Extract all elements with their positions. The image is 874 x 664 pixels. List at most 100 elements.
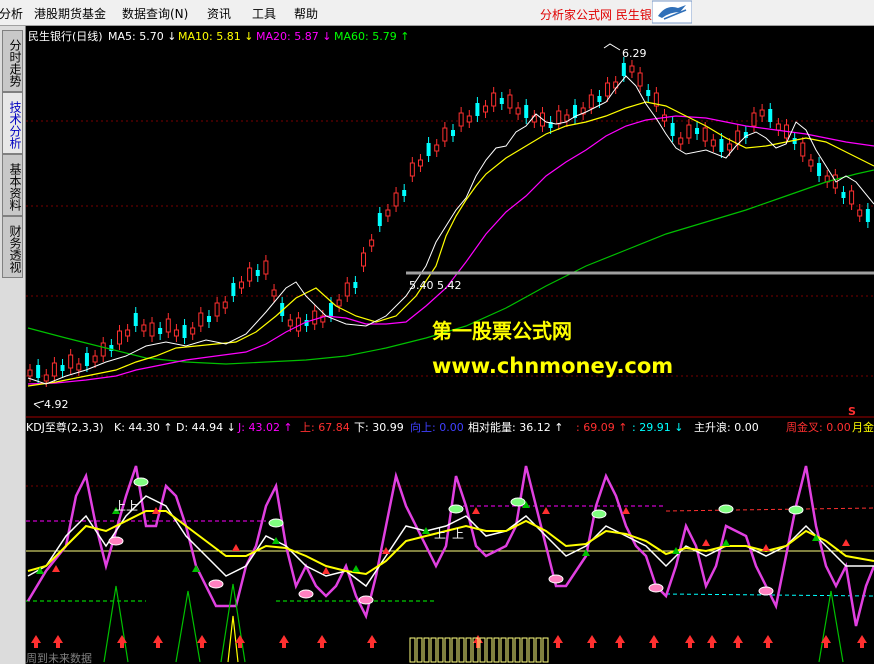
red-up-arrow [733,635,743,648]
signal-arrow [762,544,770,551]
indicator-name: KDJ至尊(2,3,3) [26,420,104,434]
candle [865,209,870,222]
red-up-arrow [587,635,597,648]
candle [735,130,741,145]
readout: 周金叉: 0.00 [786,420,851,434]
signal-oval [758,586,774,596]
candle [214,302,220,317]
menu-news[interactable]: 资讯 [207,5,231,22]
red-up-arrow [763,635,773,648]
indicator-reference-lines [26,485,874,602]
yellow-bar [409,637,416,663]
signal-markers [36,477,850,605]
red-up-arrow [317,635,327,648]
candle [637,72,643,87]
signal-oval [718,504,734,514]
low-price-label: 4.92 [44,398,69,411]
candle [100,342,106,357]
readout: J: 43.02 ↑ [237,421,293,434]
candle [759,109,765,117]
menu-hk-futures-funds[interactable]: 港股期货基金 [34,5,106,22]
red-up-arrow [685,635,695,648]
red-up-arrow [857,635,867,648]
red-up-arrow [707,635,717,648]
yellow-bar [430,637,437,663]
candle [727,143,733,151]
signal-oval [448,504,464,514]
signal-marker: S [848,405,856,418]
yellow-bar [507,637,514,663]
candle [68,354,74,369]
candle [409,162,415,177]
candle [336,299,342,307]
readout: 主升浪: 0.00 [694,420,759,434]
candle [182,325,187,338]
low-pointer [33,400,45,409]
chart-area[interactable]: 民生银行(日线) MA5: 5.70 ↓ MA10: 5.81 ↓ MA20: 5.… [26,26,874,664]
tab-technical-analysis[interactable]: 技术分析 [2,92,23,154]
tab-fundamentals[interactable]: 基本资料 [2,154,23,216]
candle [116,330,122,345]
candle [442,127,448,142]
sidebar: 分时走势 技术分析 基本资料 财务透视 [0,26,26,664]
candle [92,355,98,363]
candle [588,94,594,109]
candle [231,283,236,296]
yellow-bar [500,637,507,663]
signal-oval [648,583,664,593]
candle [719,139,724,152]
candle [353,282,358,288]
candle [198,312,204,327]
high-price-label: 6.29 [622,47,647,60]
candle [247,267,253,282]
yellow-bar [528,637,535,663]
candle [605,82,611,97]
signal-oval [133,477,149,487]
readout: 上: 67.84 [300,421,350,434]
brand-logo-icon [652,0,692,24]
candle [702,127,708,142]
high-pointer [603,43,621,51]
candle [76,363,82,371]
candle [507,94,513,109]
candle [597,96,602,102]
readout: 相对能量: 36.12 ↑ [468,420,563,434]
menu-data-query[interactable]: 数据查询(N) [122,5,188,22]
candle [841,192,846,198]
stock-name: 民生银行(日线) [28,29,103,43]
signal-oval [108,536,124,546]
candle [670,123,675,136]
signal-arrow [192,565,200,572]
menu-help[interactable]: 帮助 [294,5,318,22]
readout: MA10: 5.81 ↓ [178,30,253,43]
tab-intraday[interactable]: 分时走势 [2,30,23,92]
menu-analysis[interactable]: 分析 [0,5,23,22]
signal-oval [591,509,607,519]
candle [206,316,211,322]
candle [36,365,41,378]
readout: MA20: 5.87 ↓ [256,30,331,43]
candle [483,105,489,113]
yellow-bar [451,637,458,663]
footer-note: 周到未来数据 [26,651,92,664]
red-up-arrow [279,635,289,648]
candle [629,65,635,73]
candle [695,128,700,134]
signal-arrow [542,507,550,514]
candle [141,324,147,332]
yellow-bar [514,637,521,663]
candle [393,192,399,207]
candle [775,123,781,131]
menu-tools[interactable]: 工具 [252,5,276,22]
candle [133,313,138,326]
tab-financials[interactable]: 财务透视 [2,216,23,278]
signal-arrow [622,507,630,514]
candle [287,319,293,327]
signal-arrow [472,507,480,514]
readout: : 29.91 ↓ [632,421,683,434]
signal-arrow [842,539,850,546]
red-up-arrow [53,635,63,648]
candle [60,365,65,371]
candle [556,110,562,125]
candle [43,374,49,382]
